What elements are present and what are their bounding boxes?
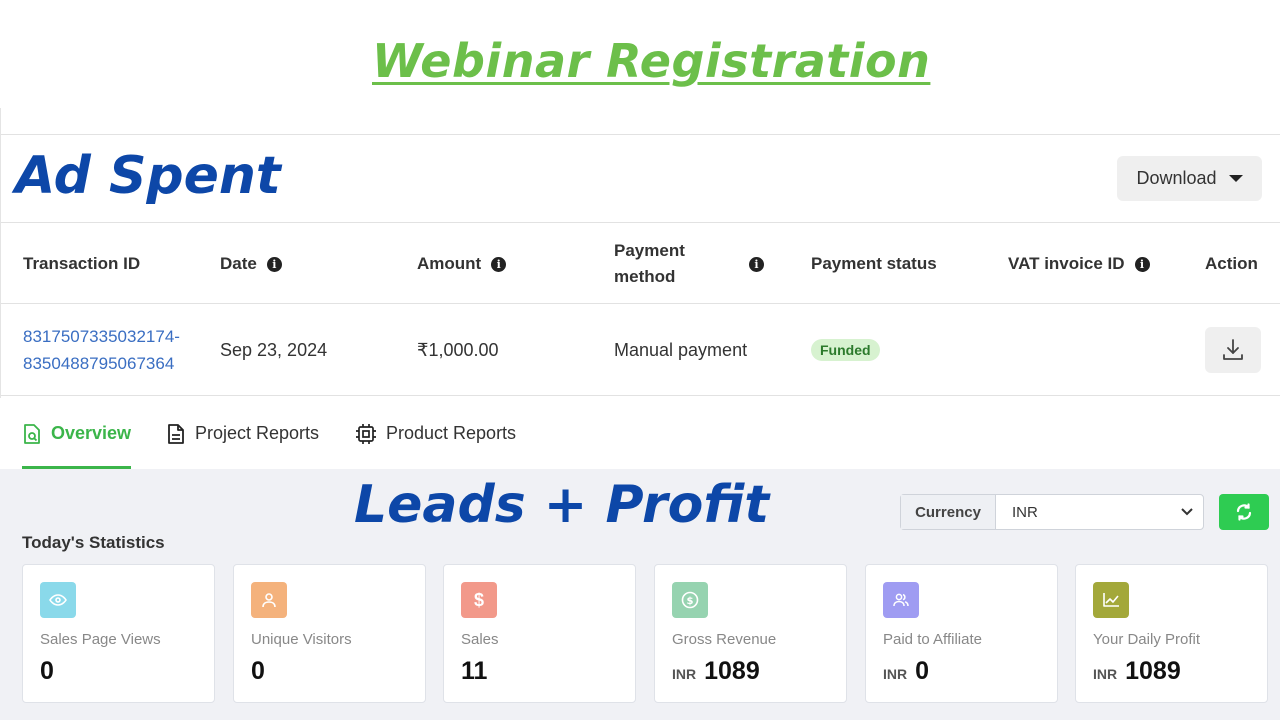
- stat-value: 11: [461, 657, 488, 685]
- stat-value: INR 1089: [672, 657, 760, 685]
- caret-down-icon: [1228, 175, 1243, 182]
- status-badge: Funded: [811, 339, 880, 361]
- stat-value: INR 0: [883, 657, 930, 685]
- stat-label: Your Daily Profit: [1093, 631, 1200, 648]
- download-button-label: Download: [1136, 168, 1217, 188]
- stat-label: Gross Revenue: [672, 631, 777, 648]
- coin-icon: $: [672, 582, 708, 618]
- stat-card-gross-revenue: $ Gross Revenue INR 1089: [654, 564, 847, 703]
- info-icon[interactable]: i: [491, 256, 507, 272]
- stat-value: INR 1089: [1093, 657, 1181, 685]
- ad-spent-panel: Ad Spent Download Transaction ID Date i A…: [0, 108, 1280, 398]
- currency-value: INR: [1012, 503, 1038, 521]
- col-amount: Amount i: [417, 223, 507, 305]
- tab-label: Project Reports: [195, 423, 320, 443]
- tab-overview[interactable]: Overview: [22, 398, 132, 469]
- stat-card-paid-to-affiliate: Paid to Affiliate INR 0: [865, 564, 1058, 703]
- info-icon[interactable]: i: [1134, 256, 1150, 272]
- user-icon: [251, 582, 287, 618]
- col-payment-method: Payment method i: [614, 223, 764, 305]
- stat-label: Sales Page Views: [40, 631, 161, 648]
- col-payment-status: Payment status: [811, 254, 937, 273]
- info-icon[interactable]: i: [749, 256, 764, 272]
- col-vat-invoice-id: VAT invoice ID i: [1008, 223, 1150, 305]
- currency-select[interactable]: INR: [996, 495, 1203, 529]
- refresh-button[interactable]: [1219, 494, 1269, 530]
- leads-profit-title: Leads + Profit: [354, 475, 770, 535]
- stat-card-sales-page-views: Sales Page Views 0: [22, 564, 215, 703]
- row-amount: ₹1,000.00: [417, 339, 499, 360]
- chart-icon: [1093, 582, 1129, 618]
- today-statistics-heading: Today's Statistics: [22, 533, 165, 552]
- table-row: 8317507335032174- 8350488795067364 Sep 23…: [1, 304, 1280, 396]
- stat-value: 0: [251, 657, 265, 685]
- download-button[interactable]: Download: [1117, 156, 1262, 201]
- currency-label: Currency: [901, 495, 996, 529]
- dollar-icon: $: [461, 582, 497, 618]
- tab-label: Product Reports: [386, 423, 517, 443]
- refresh-icon: [1236, 503, 1252, 521]
- chevron-down-icon: [1181, 508, 1193, 516]
- stat-card-sales: $ Sales 11: [443, 564, 636, 703]
- currency-select-group: Currency INR: [900, 494, 1204, 530]
- tab-label: Overview: [51, 423, 132, 443]
- users-icon: [883, 582, 919, 618]
- stat-card-daily-profit: Your Daily Profit INR 1089: [1075, 564, 1268, 703]
- document-icon: [168, 423, 184, 444]
- stat-value: 0: [40, 657, 54, 685]
- page-headline: Webinar Registration: [372, 34, 931, 88]
- col-transaction-id: Transaction ID: [23, 254, 141, 273]
- stat-label: Paid to Affiliate: [883, 631, 982, 648]
- download-icon: [1223, 339, 1243, 360]
- tab-product-reports[interactable]: Product Reports: [355, 398, 516, 469]
- col-action: Action: [1205, 254, 1258, 273]
- stat-card-unique-visitors: Unique Visitors 0: [233, 564, 426, 703]
- eye-icon: [40, 582, 76, 618]
- stat-label: Unique Visitors: [251, 631, 352, 648]
- ad-spent-title: Ad Spent: [15, 146, 281, 206]
- stat-label: Sales: [461, 631, 499, 648]
- tab-project-reports[interactable]: Project Reports: [166, 398, 319, 469]
- transaction-id-link[interactable]: 8317507335032174- 8350488795067364: [23, 304, 180, 396]
- statistics-section: Leads + Profit Currency INR Today's Stat…: [0, 469, 1280, 720]
- download-invoice-button[interactable]: [1205, 327, 1261, 373]
- info-icon[interactable]: i: [266, 256, 282, 272]
- col-date: Date i: [220, 223, 282, 305]
- row-date: Sep 23, 2024: [220, 339, 328, 360]
- svg-text:$: $: [687, 596, 694, 607]
- panel-divider: [1, 134, 1280, 135]
- table-header: Transaction ID Date i Amount i Payment meth…: [1, 222, 1280, 304]
- chip-icon: [356, 423, 376, 444]
- search-doc-icon: [24, 423, 40, 444]
- row-payment-status: Funded: [811, 304, 880, 396]
- row-payment-method: Manual payment: [614, 339, 748, 360]
- report-tabs: Overview Project Reports Product Reports: [0, 398, 1280, 469]
